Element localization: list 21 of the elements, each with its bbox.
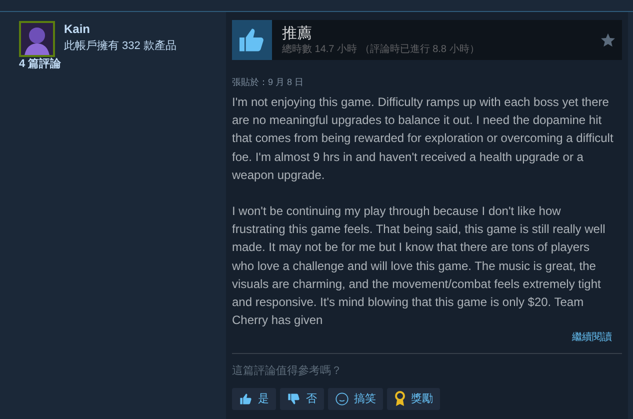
review-count[interactable]: 4 篇評論 xyxy=(19,57,220,71)
medal-icon xyxy=(394,391,406,408)
thumbs-down-icon xyxy=(287,392,301,406)
thumbs-up-icon xyxy=(239,392,253,406)
verdict-header[interactable]: 推薦 總時數 14.7 小時 （評論時已進行 8.8 小時） xyxy=(232,20,622,60)
avatar[interactable] xyxy=(19,21,55,57)
verdict-title: 推薦 xyxy=(282,24,313,42)
vote-button[interactable]: 是 xyxy=(232,388,276,410)
read-more-link[interactable]: 繼續閱讀 xyxy=(572,331,612,346)
playtime: 總時數 14.7 小時 （評論時已進行 8.8 小時） xyxy=(282,42,480,56)
reviewer-name[interactable]: Kain xyxy=(64,21,176,37)
smiley-icon xyxy=(335,392,349,406)
review-paragraph: I'm not enjoying this game. Difficulty ramps up with each boss yet there are no meaningful upgrades to balance it out. I need the dopamine hit that comes from being rewarded for exploration or overcoming a difficult foe. I'm almost 9 hrs in and haven't received a health upgrade or a weapon upgrade. xyxy=(232,94,614,184)
vote-button[interactable]: 搞笑 xyxy=(328,388,383,410)
vote-button[interactable]: 獎勵 xyxy=(387,388,440,410)
posted-date: 張貼於：9 月 8 日 xyxy=(232,76,305,88)
review-paragraph: I won't be continuing my play through because I don't like how frustrating this game feels. That being said, this game is still really well made. It may not be for me but I know that there are tons of players who love a challenge and will love this game. The music is great, the visuals are charming, and the movement/combat feels extremely tight and responsive. It's mind blowing that this game is only $20. Team Cherry has given xyxy=(232,203,606,330)
vote-button[interactable]: 否 xyxy=(280,388,324,410)
helpful-prompt: 這篇評論值得參考嗎？ xyxy=(232,364,343,378)
star-icon[interactable] xyxy=(600,32,616,48)
product-count[interactable]: 此帳戶擁有 332 款產品 xyxy=(64,37,176,55)
